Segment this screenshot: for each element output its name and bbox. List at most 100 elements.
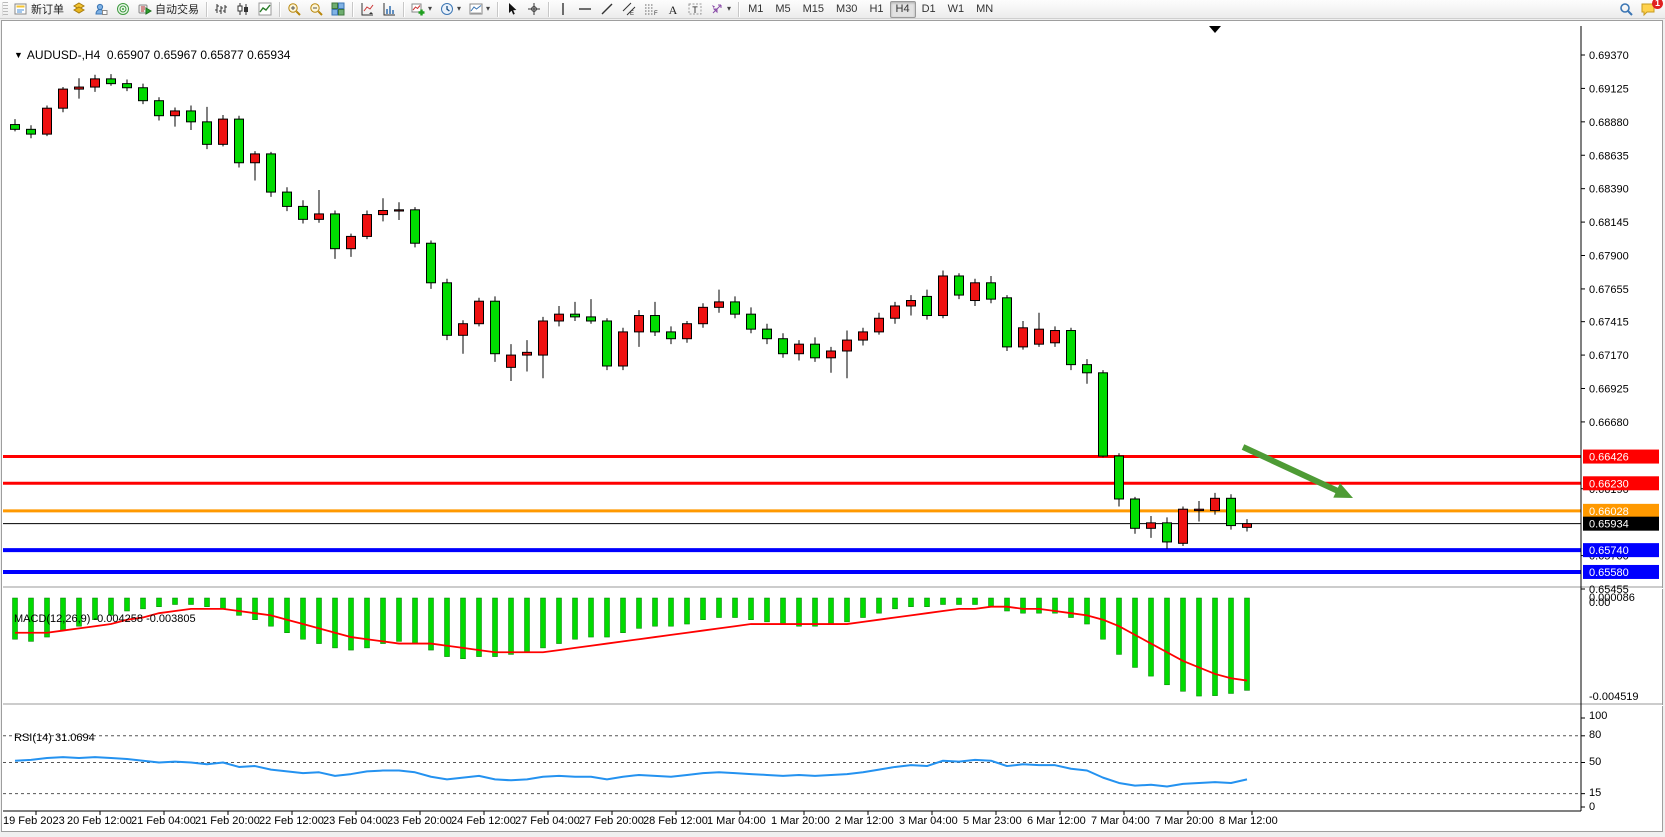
macd-histogram-bar xyxy=(861,598,866,618)
arrow-shaft[interactable] xyxy=(1243,447,1344,494)
line-chart-button[interactable] xyxy=(254,1,276,18)
crosshair-button[interactable] xyxy=(523,1,545,18)
template-button[interactable]: ▾ xyxy=(465,1,494,18)
toolbar-separator xyxy=(403,2,404,17)
macd-histogram-bar xyxy=(829,598,834,624)
quote-line[interactable]: ▼AUDUSD-,H4 0.65907 0.65967 0.65877 0.65… xyxy=(14,48,290,62)
trendline-button[interactable] xyxy=(596,1,618,18)
auto-trading-button[interactable]: 自动交易 xyxy=(134,1,203,18)
svg-text:0.66925: 0.66925 xyxy=(1589,383,1629,395)
timeframe-w1-button[interactable]: W1 xyxy=(942,1,971,18)
toolbar-grip[interactable] xyxy=(2,2,8,16)
toolbar-separator xyxy=(738,2,739,17)
timeframe-d1-button[interactable]: D1 xyxy=(916,1,942,18)
chart-canvas[interactable]: 0.693700.691250.688800.686350.683900.681… xyxy=(3,23,1663,829)
timeframe-h1-button[interactable]: H1 xyxy=(863,1,889,18)
candle-body xyxy=(699,307,708,323)
timeframe-m1-button[interactable]: M1 xyxy=(742,1,769,18)
macd-histogram-bar xyxy=(125,598,130,611)
zoom-in-icon xyxy=(287,2,301,16)
horizontal-line-button[interactable] xyxy=(574,1,596,18)
candle-body xyxy=(1099,373,1108,456)
svg-text:0.67900: 0.67900 xyxy=(1589,251,1629,263)
add-indicator-button[interactable]: ▾ xyxy=(407,1,436,18)
vertical-line-button[interactable] xyxy=(552,1,574,18)
zoom-out-button[interactable] xyxy=(305,1,327,18)
candle-body xyxy=(1147,523,1156,528)
chart-shift-button[interactable] xyxy=(378,1,400,18)
chevron-down-icon[interactable]: ▾ xyxy=(486,5,490,13)
price-axis: 0.693700.691250.688800.686350.683900.681… xyxy=(3,26,1639,813)
chevron-down-icon[interactable]: ▾ xyxy=(727,5,731,13)
macd-histogram-bar xyxy=(1133,598,1138,667)
auto-trading-button-label: 自动交易 xyxy=(155,1,199,17)
zoom-in-button[interactable] xyxy=(283,1,305,18)
svg-text:F: F xyxy=(654,11,658,16)
search-button[interactable] xyxy=(1615,1,1637,18)
candle-body xyxy=(411,210,420,243)
channel-button[interactable]: E xyxy=(618,1,640,18)
channel-icon: E xyxy=(622,2,636,16)
timeframe-m5-button[interactable]: M5 xyxy=(769,1,796,18)
profile-button[interactable] xyxy=(90,1,112,18)
svg-text:1 Mar 20:00: 1 Mar 20:00 xyxy=(771,815,830,827)
candle-body xyxy=(1211,498,1220,510)
candle-body xyxy=(843,340,852,351)
bar-chart-button[interactable] xyxy=(210,1,232,18)
timeframe-h4-button[interactable]: H4 xyxy=(890,1,916,18)
tile-windows-button[interactable] xyxy=(327,1,349,18)
toolbar-separator xyxy=(279,2,280,17)
period-button[interactable]: ▾ xyxy=(436,1,465,18)
candle-body xyxy=(763,329,772,339)
candle-body xyxy=(971,283,980,301)
svg-text:21 Feb 20:00: 21 Feb 20:00 xyxy=(195,815,260,827)
candle-body xyxy=(827,351,836,358)
candlestick-button[interactable] xyxy=(232,1,254,18)
candle-body xyxy=(875,318,884,332)
candle-body xyxy=(667,332,676,339)
macd-histogram-bar xyxy=(589,598,594,637)
new-order-button[interactable]: 新订单 xyxy=(10,1,68,18)
svg-text:0.66426: 0.66426 xyxy=(1589,452,1629,464)
macd-histogram-bar xyxy=(509,598,514,654)
macd-histogram-bar xyxy=(237,598,242,615)
notifications-button[interactable]: 1 xyxy=(1637,1,1659,18)
add-indicator-icon xyxy=(411,2,425,16)
candle-body xyxy=(283,192,292,206)
chevron-down-icon[interactable]: ▾ xyxy=(428,5,432,13)
auto-scroll-button[interactable] xyxy=(356,1,378,18)
candle-body xyxy=(75,87,84,89)
candle-body xyxy=(43,108,52,134)
macd-histogram-bar xyxy=(813,598,818,626)
macd-histogram-bar xyxy=(429,598,434,650)
candle-body xyxy=(651,316,660,332)
candle-body xyxy=(907,301,916,306)
chevron-down-icon[interactable]: ▾ xyxy=(457,5,461,13)
signal-button[interactable] xyxy=(112,1,134,18)
fibonacci-button[interactable]: F xyxy=(640,1,662,18)
timeframe-m15-button[interactable]: M15 xyxy=(797,1,830,18)
timeframe-mn-button[interactable]: MN xyxy=(970,1,999,18)
symbol-dropdown-icon[interactable]: ▼ xyxy=(14,50,23,60)
candle-body xyxy=(1003,298,1012,347)
svg-text:0.67655: 0.67655 xyxy=(1589,284,1629,296)
text-button[interactable]: A xyxy=(662,1,684,18)
crosshair-icon xyxy=(527,2,541,16)
svg-text:0.65934: 0.65934 xyxy=(1589,519,1629,531)
candle-body xyxy=(587,317,596,321)
candle-body xyxy=(379,210,388,214)
macd-histogram-bar xyxy=(1197,598,1202,696)
macd-histogram-bar xyxy=(141,598,146,609)
charts-button[interactable] xyxy=(68,1,90,18)
svg-text:24 Feb 12:00: 24 Feb 12:00 xyxy=(451,815,516,827)
macd-histogram-bar xyxy=(941,598,946,605)
notification-badge: 1 xyxy=(1652,0,1663,9)
svg-text:100: 100 xyxy=(1589,710,1607,722)
tile-windows-icon xyxy=(331,2,345,16)
timeframe-m30-button[interactable]: M30 xyxy=(830,1,863,18)
macd-histogram-bar xyxy=(877,598,882,613)
chart-shift-marker[interactable] xyxy=(1209,26,1221,33)
shapes-button[interactable]: ▾ xyxy=(706,1,735,18)
cursor-button[interactable] xyxy=(501,1,523,18)
text-label-button[interactable]: T xyxy=(684,1,706,18)
